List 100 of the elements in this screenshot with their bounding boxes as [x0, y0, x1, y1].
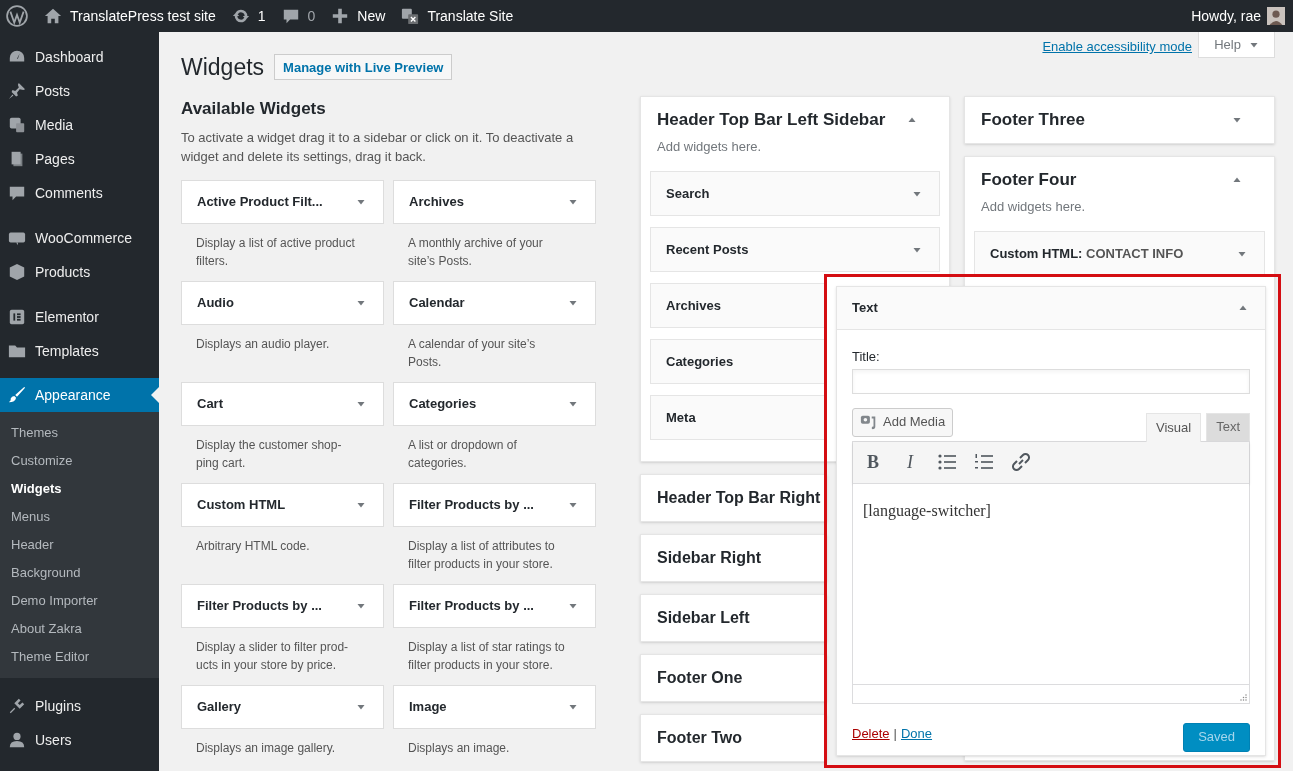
menu-item[interactable]: Pages	[0, 142, 159, 176]
widget-area-header[interactable]: Footer Two	[641, 715, 826, 761]
count-link[interactable]: 0	[307, 5, 316, 27]
menu-item[interactable]: Media	[0, 108, 159, 142]
add-media-button[interactable]: Add Media	[852, 407, 954, 437]
widget-item[interactable]: Gallery	[181, 685, 384, 729]
caret-down-icon	[568, 500, 578, 510]
title-field[interactable]	[852, 368, 1250, 394]
widget-area-header[interactable]: Sidebar Left	[641, 595, 826, 641]
widget-area-title: Footer Three	[981, 108, 1085, 131]
submenu-item[interactable]: About Zakra	[0, 615, 159, 643]
editor-tab[interactable]: Visual	[1145, 412, 1202, 442]
widget-item[interactable]: Image	[393, 685, 596, 729]
pin-icon	[8, 82, 26, 100]
caret-down-icon	[568, 702, 578, 712]
widget-description: Display a slider to filter prod- ucts in your store by price.	[195, 639, 350, 674]
submenu-item[interactable]: Background	[0, 559, 159, 587]
widget-item[interactable]: Calendar	[393, 281, 596, 325]
menu-item[interactable]: Appearance	[0, 378, 159, 412]
widget-item[interactable]: Audio	[181, 281, 384, 325]
speech-bubble-icon	[281, 7, 300, 25]
editor-text: [language-switcher]	[863, 500, 992, 522]
count-link[interactable]: 1	[257, 5, 266, 27]
caret-down-icon	[356, 500, 366, 510]
media-icon	[860, 413, 878, 431]
widget-description: Displays an audio player.	[195, 336, 331, 353]
widget-area-header[interactable]: Header Top Bar Right	[641, 475, 826, 521]
toolbar-link[interactable]: New	[357, 5, 386, 27]
accessibility-link[interactable]: Enable accessibility mode	[1042, 37, 1192, 57]
widget-item[interactable]: Meta	[650, 395, 825, 440]
widget-item[interactable]: Recent Posts	[650, 227, 940, 272]
submenu-item[interactable]: Customize	[0, 447, 159, 475]
translate-icon	[401, 7, 420, 25]
widget-area-title: Sidebar Right	[657, 548, 761, 568]
menu-item[interactable]: Users	[0, 723, 159, 757]
elementor-icon	[8, 308, 26, 326]
widget-title: Text	[852, 299, 878, 318]
plus-icon	[331, 7, 350, 25]
caret-down-icon	[356, 702, 366, 712]
widget-area-header[interactable]: Sidebar Right	[641, 535, 826, 581]
widget-item[interactable]: Filter Products by ...	[393, 584, 596, 628]
caret-down-icon	[568, 298, 578, 308]
widget-area-header[interactable]: Footer Three	[965, 96, 1274, 143]
menu-item[interactable]: Elementor	[0, 300, 159, 334]
menu-item[interactable]: Dashboard	[0, 40, 159, 74]
widget-item[interactable]: Filter Products by ...	[393, 483, 596, 527]
delete-link[interactable]: Delete	[852, 723, 890, 744]
widget-item[interactable]: Categories	[393, 382, 596, 426]
menu-item[interactable]: Comments	[0, 176, 159, 210]
widget-item[interactable]: Archives	[650, 283, 825, 328]
refresh-icon	[231, 7, 250, 25]
done-link[interactable]: Done	[900, 723, 933, 744]
menu-item[interactable]: Plugins	[0, 689, 159, 723]
widget-area-title: Footer One	[657, 668, 743, 688]
widget-item[interactable]: Filter Products by ...	[181, 584, 384, 628]
bulleted-list-icon	[937, 452, 957, 472]
submenu-item[interactable]: Theme Editor	[0, 643, 159, 671]
italic-button[interactable]: I	[896, 448, 924, 476]
link-icon	[1011, 452, 1031, 472]
page-title: Widgets	[181, 53, 265, 82]
toolbar-link[interactable]: TranslatePress test site	[70, 5, 216, 27]
toolbar-link[interactable]: Translate Site	[427, 5, 514, 27]
brush-icon	[8, 386, 26, 404]
menu-item[interactable]: Products	[0, 255, 159, 289]
widget-item[interactable]: Custom HTML: CONTACT INFO	[974, 231, 1265, 276]
submenu-item[interactable]: Themes	[0, 419, 159, 447]
wp-logo-icon	[6, 5, 28, 27]
live-preview-button[interactable]: Manage with Live Preview	[274, 54, 453, 81]
menu-item[interactable]: Posts	[0, 74, 159, 108]
menu-item[interactable]: Templates	[0, 334, 159, 368]
bold-button[interactable]: B	[859, 448, 887, 476]
widget-area-title: Header Top Bar Right	[657, 488, 821, 508]
widget-description: Display a list of attributes to filter products in your store.	[407, 538, 556, 573]
plug-icon	[8, 697, 26, 715]
help-tab[interactable]: Help	[1198, 32, 1275, 58]
widget-item[interactable]: Cart	[181, 382, 384, 426]
submenu-item[interactable]: Demo Importer	[0, 587, 159, 615]
widget-item[interactable]: Custom HTML	[181, 483, 384, 527]
widget-area-header[interactable]: Footer One	[641, 655, 826, 701]
widget-description: Display a list of star ratings to filter products in your store.	[407, 639, 566, 674]
caret-down-icon	[568, 601, 578, 611]
submenu-item[interactable]: Menus	[0, 503, 159, 531]
widget-item[interactable]: Archives	[393, 180, 596, 224]
widget-item[interactable]: Categories	[650, 339, 825, 384]
submenu-item[interactable]: Widgets	[0, 475, 159, 503]
widget-area-title: Footer Two	[657, 728, 743, 748]
media-icon	[8, 116, 26, 134]
greeting-link[interactable]: Howdy, rae	[1191, 5, 1261, 27]
widget-item[interactable]: Search	[650, 171, 940, 216]
widget-description: Display the customer shop- ping cart.	[195, 437, 343, 472]
widget-description: Arbitrary HTML code.	[195, 538, 311, 555]
widget-description: A list or dropdown of categories.	[407, 437, 518, 472]
comment-icon	[8, 184, 26, 202]
caret-down-icon	[356, 298, 366, 308]
widget-item[interactable]: Active Product Filt...	[181, 180, 384, 224]
submenu-item[interactable]: Header	[0, 531, 159, 559]
editor-tab[interactable]: Text	[1206, 412, 1250, 441]
widget-header[interactable]: Text	[837, 287, 1265, 330]
widget-description: Displays an image.	[407, 740, 511, 757]
menu-item[interactable]: WooCommerce	[0, 221, 159, 255]
